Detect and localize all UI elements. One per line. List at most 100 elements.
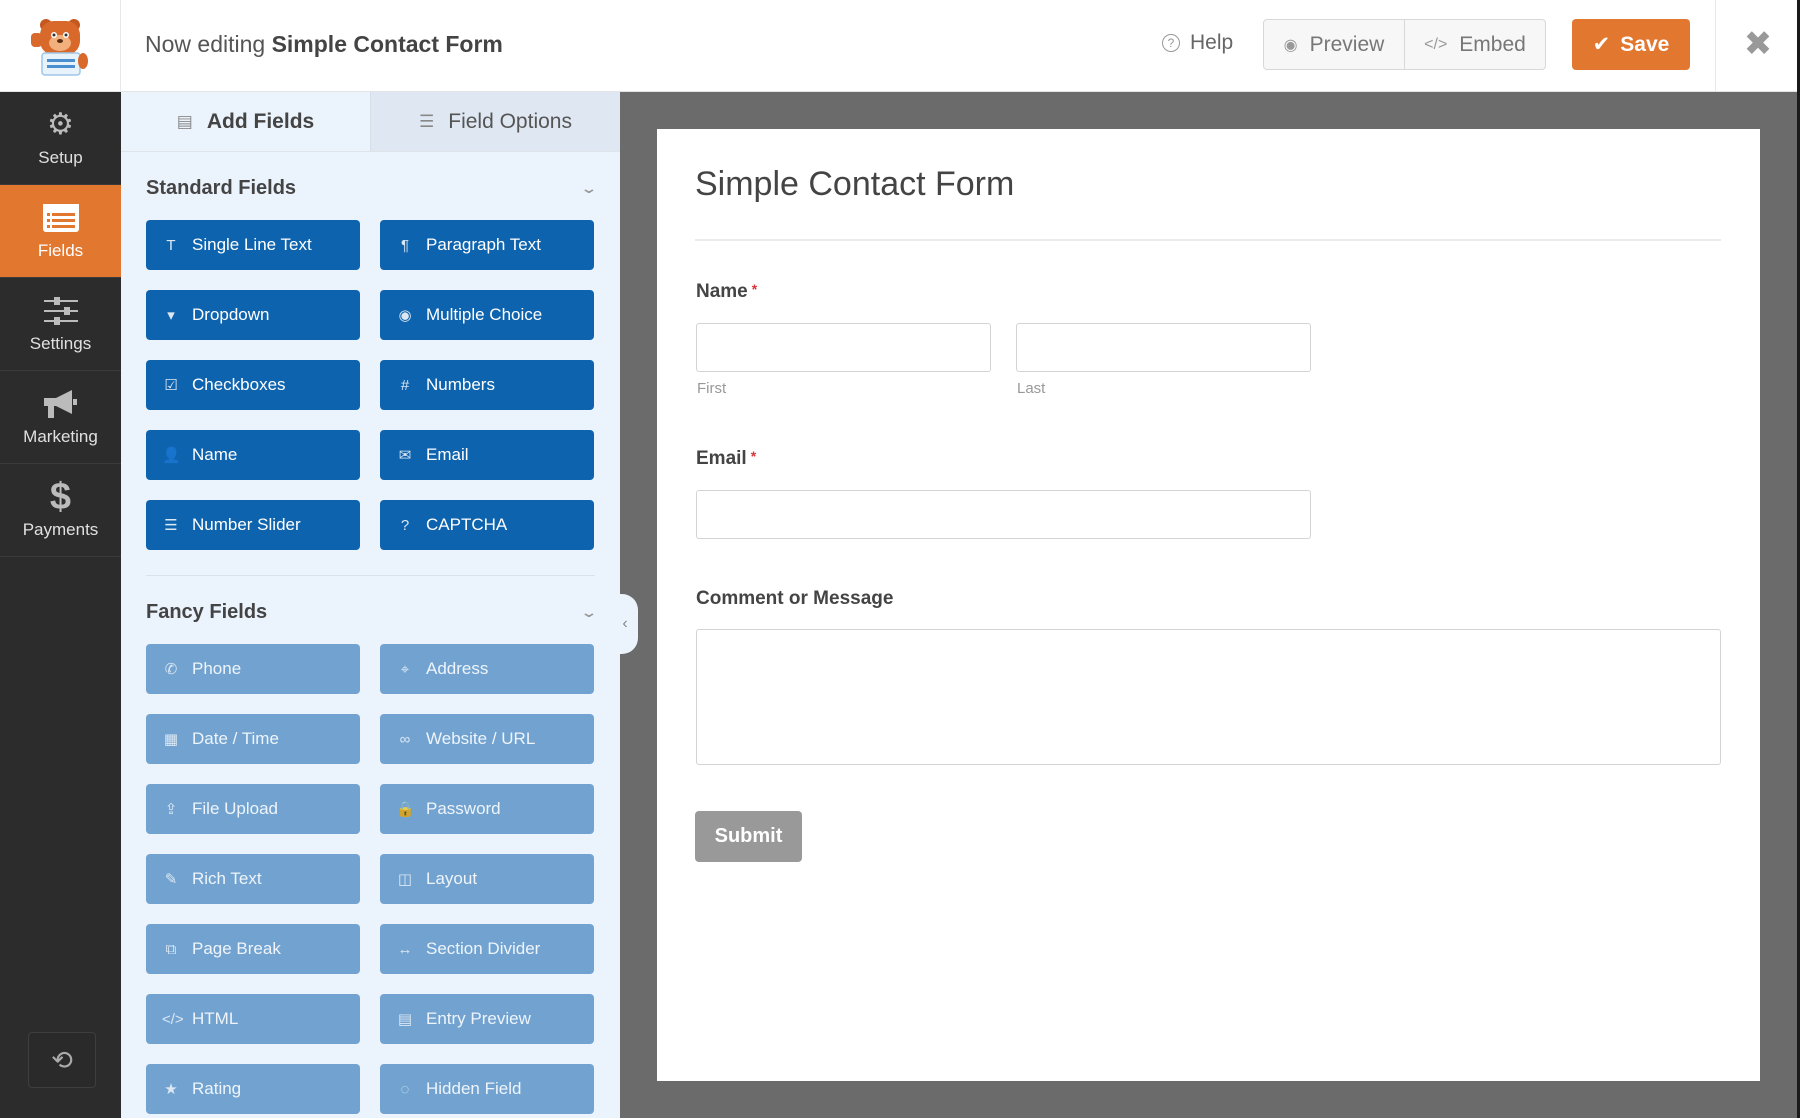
html-icon: </> [162,1010,184,1028]
field-button-label: Phone [192,659,242,678]
field-button-entry-preview[interactable]: ▤ Entry Preview [380,994,594,1044]
close-button[interactable]: ✖ [1740,24,1776,64]
field-button-rating[interactable]: ★ Rating [146,1064,360,1114]
field-button-label: File Upload [192,799,278,818]
field-button-label: Paragraph Text [426,235,541,254]
field-button-section-divider[interactable]: ↔ Section Divider [380,924,594,974]
address-icon: ⌖ [400,660,410,678]
field-button-email[interactable]: ✉ Email [380,430,594,480]
form-title: Simple Contact Form [695,165,1015,203]
dropdown-icon: ▾ [167,307,175,324]
section-title: Standard Fields [146,176,297,199]
field-button-number-slider[interactable]: ☰ Number Slider [146,500,360,550]
name-field-label[interactable]: Name * [696,281,757,303]
field-button-numbers[interactable]: # Numbers [380,360,594,410]
field-button-captcha[interactable]: ? CAPTCHA [380,500,594,550]
field-button-paragraph-text[interactable]: ¶ Paragraph Text [380,220,594,270]
sidebar-item-fields[interactable]: Fields [0,185,121,278]
sidebar-item-marketing[interactable]: Marketing [0,371,121,464]
layout-icon: ◫ [397,871,413,888]
entry-preview-icon: ▤ [397,1011,413,1028]
field-button-checkboxes[interactable]: ☑ Checkboxes [146,360,360,410]
field-button-rich-text[interactable]: ✎ Rich Text [146,854,360,904]
field-button-password[interactable]: 🔒 Password [380,784,594,834]
message-textarea[interactable] [696,629,1721,765]
field-button-website-url[interactable]: ∞ Website / URL [380,714,594,764]
paragraph-text-icon: ¶ [400,236,410,254]
multiple-choice-icon: ◉ [398,307,412,324]
field-button-layout[interactable]: ◫ Layout [380,854,594,904]
preview-button[interactable]: ◉ Preview [1264,20,1404,69]
form-preview-card: Simple Contact Form Name * First Last Ema… [657,129,1760,1081]
last-name-input[interactable] [1016,323,1311,372]
field-button-label: Hidden Field [426,1079,522,1098]
header-divider [1715,0,1716,92]
phone-icon: ✆ [164,661,178,678]
submit-button[interactable]: Submit [695,811,802,862]
field-button-label: Email [426,445,469,464]
message-field-label[interactable]: Comment or Message [696,588,893,610]
captcha-icon: ? [400,516,410,534]
tab-label: Add Fields [206,109,315,133]
revisions-button[interactable]: ⟲ [28,1032,96,1088]
field-button-hidden-field[interactable]: ◌ Hidden Field [380,1064,594,1114]
field-button-html[interactable]: </> HTML [146,994,360,1044]
field-button-label: Section Divider [426,939,541,958]
sidebar-item-settings[interactable]: Settings [0,278,121,371]
standard-fields-header[interactable]: Standard Fields ⌄ [121,166,620,210]
title-prefix: Now editing [145,31,266,57]
required-marker: * [751,281,758,297]
sidebar-item-setup[interactable]: ⚙ Setup [0,92,121,185]
tab-label: Field Options [448,109,572,133]
sidebar-item-payments[interactable]: $ Payments [0,464,121,557]
collapse-panel-toggle[interactable]: ‹ [612,594,638,654]
save-button[interactable]: ✔ Save [1572,19,1690,70]
first-name-input[interactable] [696,323,991,372]
tab-field-options[interactable]: ☰ Field Options [370,92,620,151]
history-icon: ⟲ [51,1044,73,1075]
chevron-down-icon: ⌄ [580,179,598,196]
field-button-label: Dropdown [192,305,270,324]
field-button-name[interactable]: 👤 Name [146,430,360,480]
field-button-label: Multiple Choice [426,305,543,324]
megaphone-icon [42,387,80,421]
embed-button[interactable]: </> Embed [1404,20,1545,69]
wpforms-logo [0,0,121,92]
field-button-label: Page Break [192,939,281,958]
submit-label: Submit [714,825,783,847]
field-button-single-line-text[interactable]: T Single Line Text [146,220,360,270]
fancy-fields-header[interactable]: Fancy Fields ⌄ [121,590,620,634]
field-button-label: CAPTCHA [426,515,508,534]
sidebar-label: Setup [38,148,83,167]
field-button-multiple-choice[interactable]: ◉ Multiple Choice [380,290,594,340]
email-input[interactable] [696,490,1311,539]
help-button[interactable]: ? Help [1162,31,1233,55]
field-button-phone[interactable]: ✆ Phone [146,644,360,694]
single-line-text-icon: T [166,236,176,254]
date-time-icon: ▦ [163,731,179,748]
tab-add-fields[interactable]: ▤ Add Fields [121,92,370,151]
file-upload-icon: ⇪ [164,801,178,818]
email-icon: ✉ [398,447,412,464]
field-button-file-upload[interactable]: ⇪ File Upload [146,784,360,834]
page-break-icon: ⧉ [165,940,177,958]
email-field-label[interactable]: Email * [696,448,756,470]
field-button-label: Name [192,445,238,464]
field-button-address[interactable]: ⌖ Address [380,644,594,694]
panel-tabs: ▤ Add Fields ☰ Field Options [121,92,620,152]
field-button-dropdown[interactable]: ▾ Dropdown [146,290,360,340]
field-button-label: Date / Time [192,729,279,748]
last-sublabel: Last [1017,380,1046,397]
code-icon: </> [1424,35,1448,53]
website-url-icon: ∞ [399,730,411,748]
field-button-label: Rating [192,1079,242,1098]
field-button-date-time[interactable]: ▦ Date / Time [146,714,360,764]
numbers-icon: # [400,376,410,394]
chevron-left-icon: ‹ [622,615,628,632]
rich-text-icon: ✎ [164,871,178,888]
dollar-icon: $ [49,476,72,518]
section-title: Fancy Fields [146,600,268,623]
form-name: Simple Contact Form [271,31,503,57]
field-button-page-break[interactable]: ⧉ Page Break [146,924,360,974]
standard-fields-grid: T Single Line Text ¶ Paragraph Text ▾ Dropdow… [121,220,620,550]
